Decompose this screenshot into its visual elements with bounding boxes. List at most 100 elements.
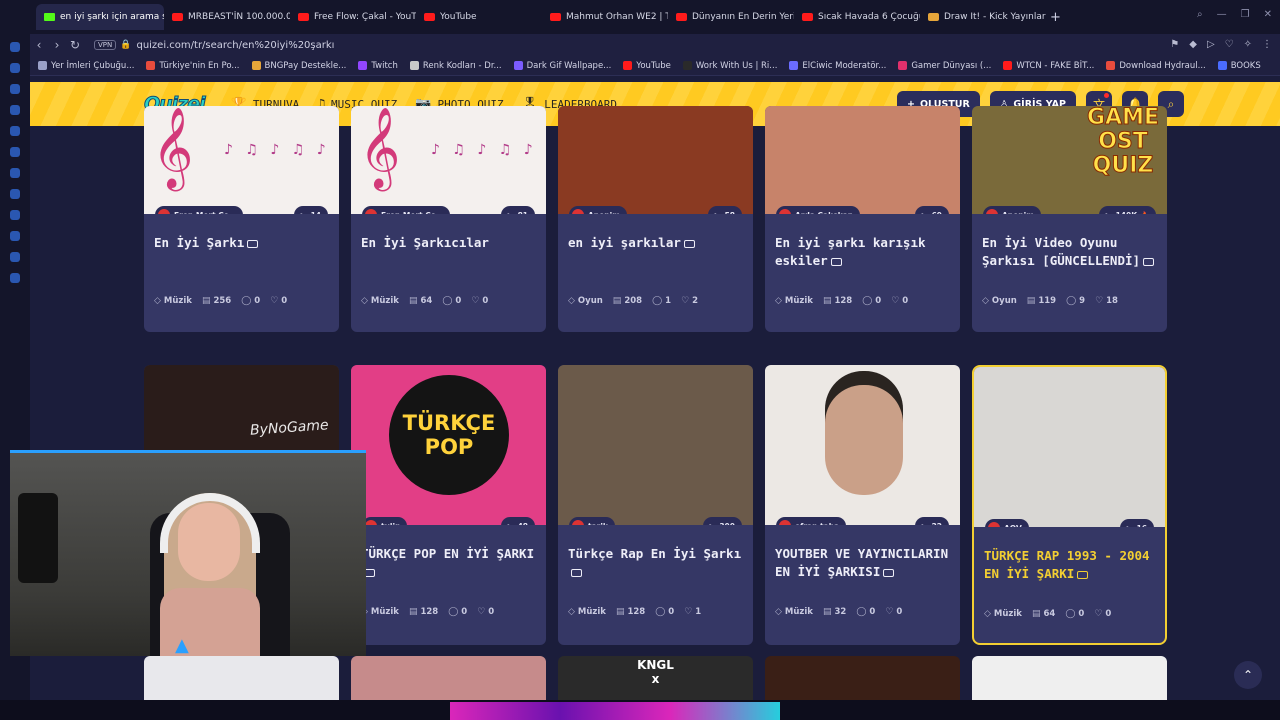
bookmark-item[interactable]: WTCN - FAKE BİT... — [1003, 61, 1094, 71]
quiz-card[interactable]: Anonim ▷58 en iyi şarkılar ◇Oyun ▤208 ◯1 ♡2 — [558, 106, 753, 332]
card-thumbnail[interactable]: Anonim ▷58 — [558, 106, 753, 214]
heart-icon: ♡ — [1094, 609, 1103, 619]
thumb-text: KNGL — [637, 658, 674, 672]
sidebar-icon[interactable] — [10, 231, 20, 241]
author-badge[interactable]: tarik — [569, 517, 615, 525]
site-icon — [146, 61, 156, 70]
bookmark-item[interactable]: BNGPay Destekle... — [251, 61, 346, 71]
quiz-card[interactable]: 𝄞 ♪ ♫ ♪ ♫ ♪ Eren Mert Çe… ▷14 En İyi Şarkı ◇M… — [144, 106, 339, 332]
play-count-badge: ▷14 — [293, 206, 328, 214]
bookmark-item[interactable]: Türkiye'nin En Po... — [146, 61, 240, 71]
quiz-card[interactable]: efran taha▷22 YOUTBER VE YAYINCILARIN EN … — [765, 365, 960, 645]
quiz-card[interactable]: Arda Çalışkan ▷69 En iyi şarkı karışık esk… — [765, 106, 960, 332]
tab-mrbeast[interactable]: MRBEAST'İN 100.000.000 — [164, 4, 290, 30]
sidebar-icon[interactable] — [10, 252, 20, 262]
url-field[interactable]: quizei.com/tr/search/en%20iyi%20şarkı — [136, 40, 334, 51]
bookmark-item[interactable]: Download Hydraul... — [1106, 61, 1206, 71]
card-title[interactable]: En iyi şarkı karışık eskiler — [775, 234, 950, 270]
author-badge[interactable]: Anonim — [569, 206, 628, 214]
sidebar-icon[interactable] — [10, 84, 20, 94]
quiz-card[interactable]: TÜRKÇEPOP tulip ▷48 TÜRKÇE POP EN İYİ ŞARKI… — [351, 365, 546, 645]
card-thumbnail[interactable] — [765, 656, 960, 700]
tab-dunyanin[interactable]: Dünyanın En Derin Yerin — [668, 4, 794, 30]
sidebar-icon[interactable] — [10, 63, 20, 73]
card-thumbnail[interactable] — [144, 656, 339, 700]
bookmark-item[interactable]: YouTube — [623, 61, 671, 71]
quiz-card[interactable]: AOV▷16 TÜRKÇE RAP 1993 - 2004 EN İYİ ŞARK… — [972, 365, 1167, 645]
sidebar-icon[interactable] — [10, 147, 20, 157]
forward-icon[interactable]: › — [48, 38, 66, 52]
sidebar-icon[interactable] — [10, 42, 20, 52]
card-thumbnail[interactable]: tarik ▷300 — [558, 365, 753, 525]
page-icon — [928, 13, 939, 21]
back-icon[interactable]: ‹ — [30, 38, 48, 52]
card-thumbnail[interactable]: TÜRKÇEPOP tulip ▷48 — [351, 365, 546, 525]
author-badge[interactable]: efran taha — [776, 517, 847, 525]
reload-icon[interactable]: ↻ — [66, 38, 84, 52]
minimize-icon[interactable]: — — [1217, 9, 1227, 20]
author-badge[interactable]: tulip — [362, 517, 408, 525]
card-thumbnail[interactable] — [351, 656, 546, 700]
author-badge[interactable]: Arda Çalışkan — [776, 206, 861, 214]
card-title[interactable]: Türkçe Rap En İyi Şarkı — [568, 545, 743, 581]
card-thumbnail[interactable]: KNGL x — [558, 656, 753, 700]
bookmark-item[interactable]: Dark Gif Wallpape... — [513, 61, 611, 71]
bookmark-item[interactable]: Yer İmleri Çubuğu... — [38, 61, 134, 71]
extensions-icon[interactable]: ✧ — [1244, 39, 1252, 50]
card-thumbnail[interactable]: Arda Çalışkan ▷69 — [765, 106, 960, 214]
quiz-card[interactable]: 𝄞 ♪ ♫ ♪ ♫ ♪ Eren Mert Çe… ▷81 En İyi Şarkıcı… — [351, 106, 546, 332]
bookmark-item[interactable]: ElCiwic Moderatör... — [789, 61, 886, 71]
card-thumbnail[interactable]: efran taha ▷22 — [765, 365, 960, 525]
play-count-badge: ▷300 — [702, 517, 742, 525]
card-thumbnail[interactable]: AOV ▷16 — [974, 367, 1165, 527]
sidebar-icon[interactable] — [10, 210, 20, 220]
menu-icon[interactable]: ⋮ — [1262, 39, 1272, 50]
tab-drawit[interactable]: Draw It! - Kick Yayınları İç — [920, 4, 1046, 30]
vpn-badge[interactable]: VPN — [94, 40, 117, 50]
sidebar-icon[interactable] — [10, 273, 20, 283]
sidebar-icon[interactable] — [10, 189, 20, 199]
card-title[interactable]: YOUTBER VE YAYINCILARIN EN İYİ ŞARKISI — [775, 545, 950, 581]
tab-freeflow[interactable]: Free Flow: Çakal - YouTu — [290, 4, 416, 30]
author-badge[interactable]: Eren Mert Çe… — [155, 206, 244, 214]
restore-icon[interactable]: ❐ — [1241, 9, 1250, 20]
card-thumbnail[interactable]: 𝄞 ♪ ♫ ♪ ♫ ♪ Eren Mert Çe… ▷14 — [144, 106, 339, 214]
new-tab-icon[interactable]: + — [1050, 10, 1061, 25]
card-title[interactable]: TÜRKÇE RAP 1993 - 2004 EN İYİ ŞARKI — [984, 547, 1155, 583]
card-title[interactable]: En İyi Şarkı — [154, 234, 329, 252]
card-title[interactable]: En İyi Video Oyunu Şarkısı [GÜNCELLENDİ] — [982, 234, 1157, 270]
tab-sicak[interactable]: Sıcak Havada 6 Çocuğun — [794, 4, 920, 30]
heart-icon[interactable]: ♡ — [1225, 39, 1234, 50]
tab-youtube[interactable]: YouTube — [416, 4, 542, 30]
search-tabs-icon[interactable]: ⌕ — [1197, 9, 1203, 20]
card-title[interactable]: TÜRKÇE POP EN İYİ ŞARKI — [361, 545, 536, 581]
tab-mahmut[interactable]: Mahmut Orhan WE2 | To — [542, 4, 668, 30]
close-icon[interactable]: ✕ — [1264, 9, 1272, 20]
card-thumbnail[interactable]: 𝄞 ♪ ♫ ♪ ♫ ♪ Eren Mert Çe… ▷81 — [351, 106, 546, 214]
bookmark-item[interactable]: Gamer Dünyası (... — [898, 61, 991, 71]
author-badge[interactable]: Eren Mert Çe… — [362, 206, 451, 214]
sidebar-icon[interactable] — [10, 126, 20, 136]
card-thumbnail[interactable]: GAMEOSTQUIZ Anonim ▷140K 🔥 — [972, 106, 1167, 214]
quiz-card[interactable]: tarik▷300Türkçe Rap En İyi Şarkı◇Müzik▤1… — [558, 365, 753, 645]
quiz-card[interactable]: GAMEOSTQUIZAnonim▷140K 🔥 En İyi Video Oyu… — [972, 106, 1167, 332]
youtube-icon — [424, 13, 435, 21]
play-icon[interactable]: ▷ — [1207, 39, 1215, 50]
tab-search[interactable]: en iyi şarkı için arama sor — [36, 4, 164, 30]
card-thumbnail[interactable] — [972, 656, 1167, 700]
sidebar-icon[interactable] — [10, 105, 20, 115]
site-icon — [251, 61, 261, 70]
scroll-to-top-button[interactable]: ⌃ — [1234, 661, 1262, 689]
bookmark-item[interactable]: Twitch — [358, 61, 398, 71]
card-title[interactable]: En İyi Şarkıcılar — [361, 234, 536, 252]
shield-icon[interactable]: ◆ — [1189, 39, 1197, 50]
bookmark-item[interactable]: BOOKS — [1217, 61, 1261, 71]
lock-icon[interactable]: 🔒 — [120, 40, 131, 50]
sidebar-icon[interactable] — [10, 168, 20, 178]
author-badge[interactable]: AOV — [985, 519, 1029, 527]
author-badge[interactable]: Anonim — [983, 206, 1042, 214]
bookmark-item[interactable]: Renk Kodları - Dr... — [409, 61, 502, 71]
card-title[interactable]: en iyi şarkılar — [568, 234, 743, 252]
bookmark-icon[interactable]: ⚑ — [1170, 39, 1179, 50]
bookmark-item[interactable]: Work With Us | Ri... — [682, 61, 777, 71]
